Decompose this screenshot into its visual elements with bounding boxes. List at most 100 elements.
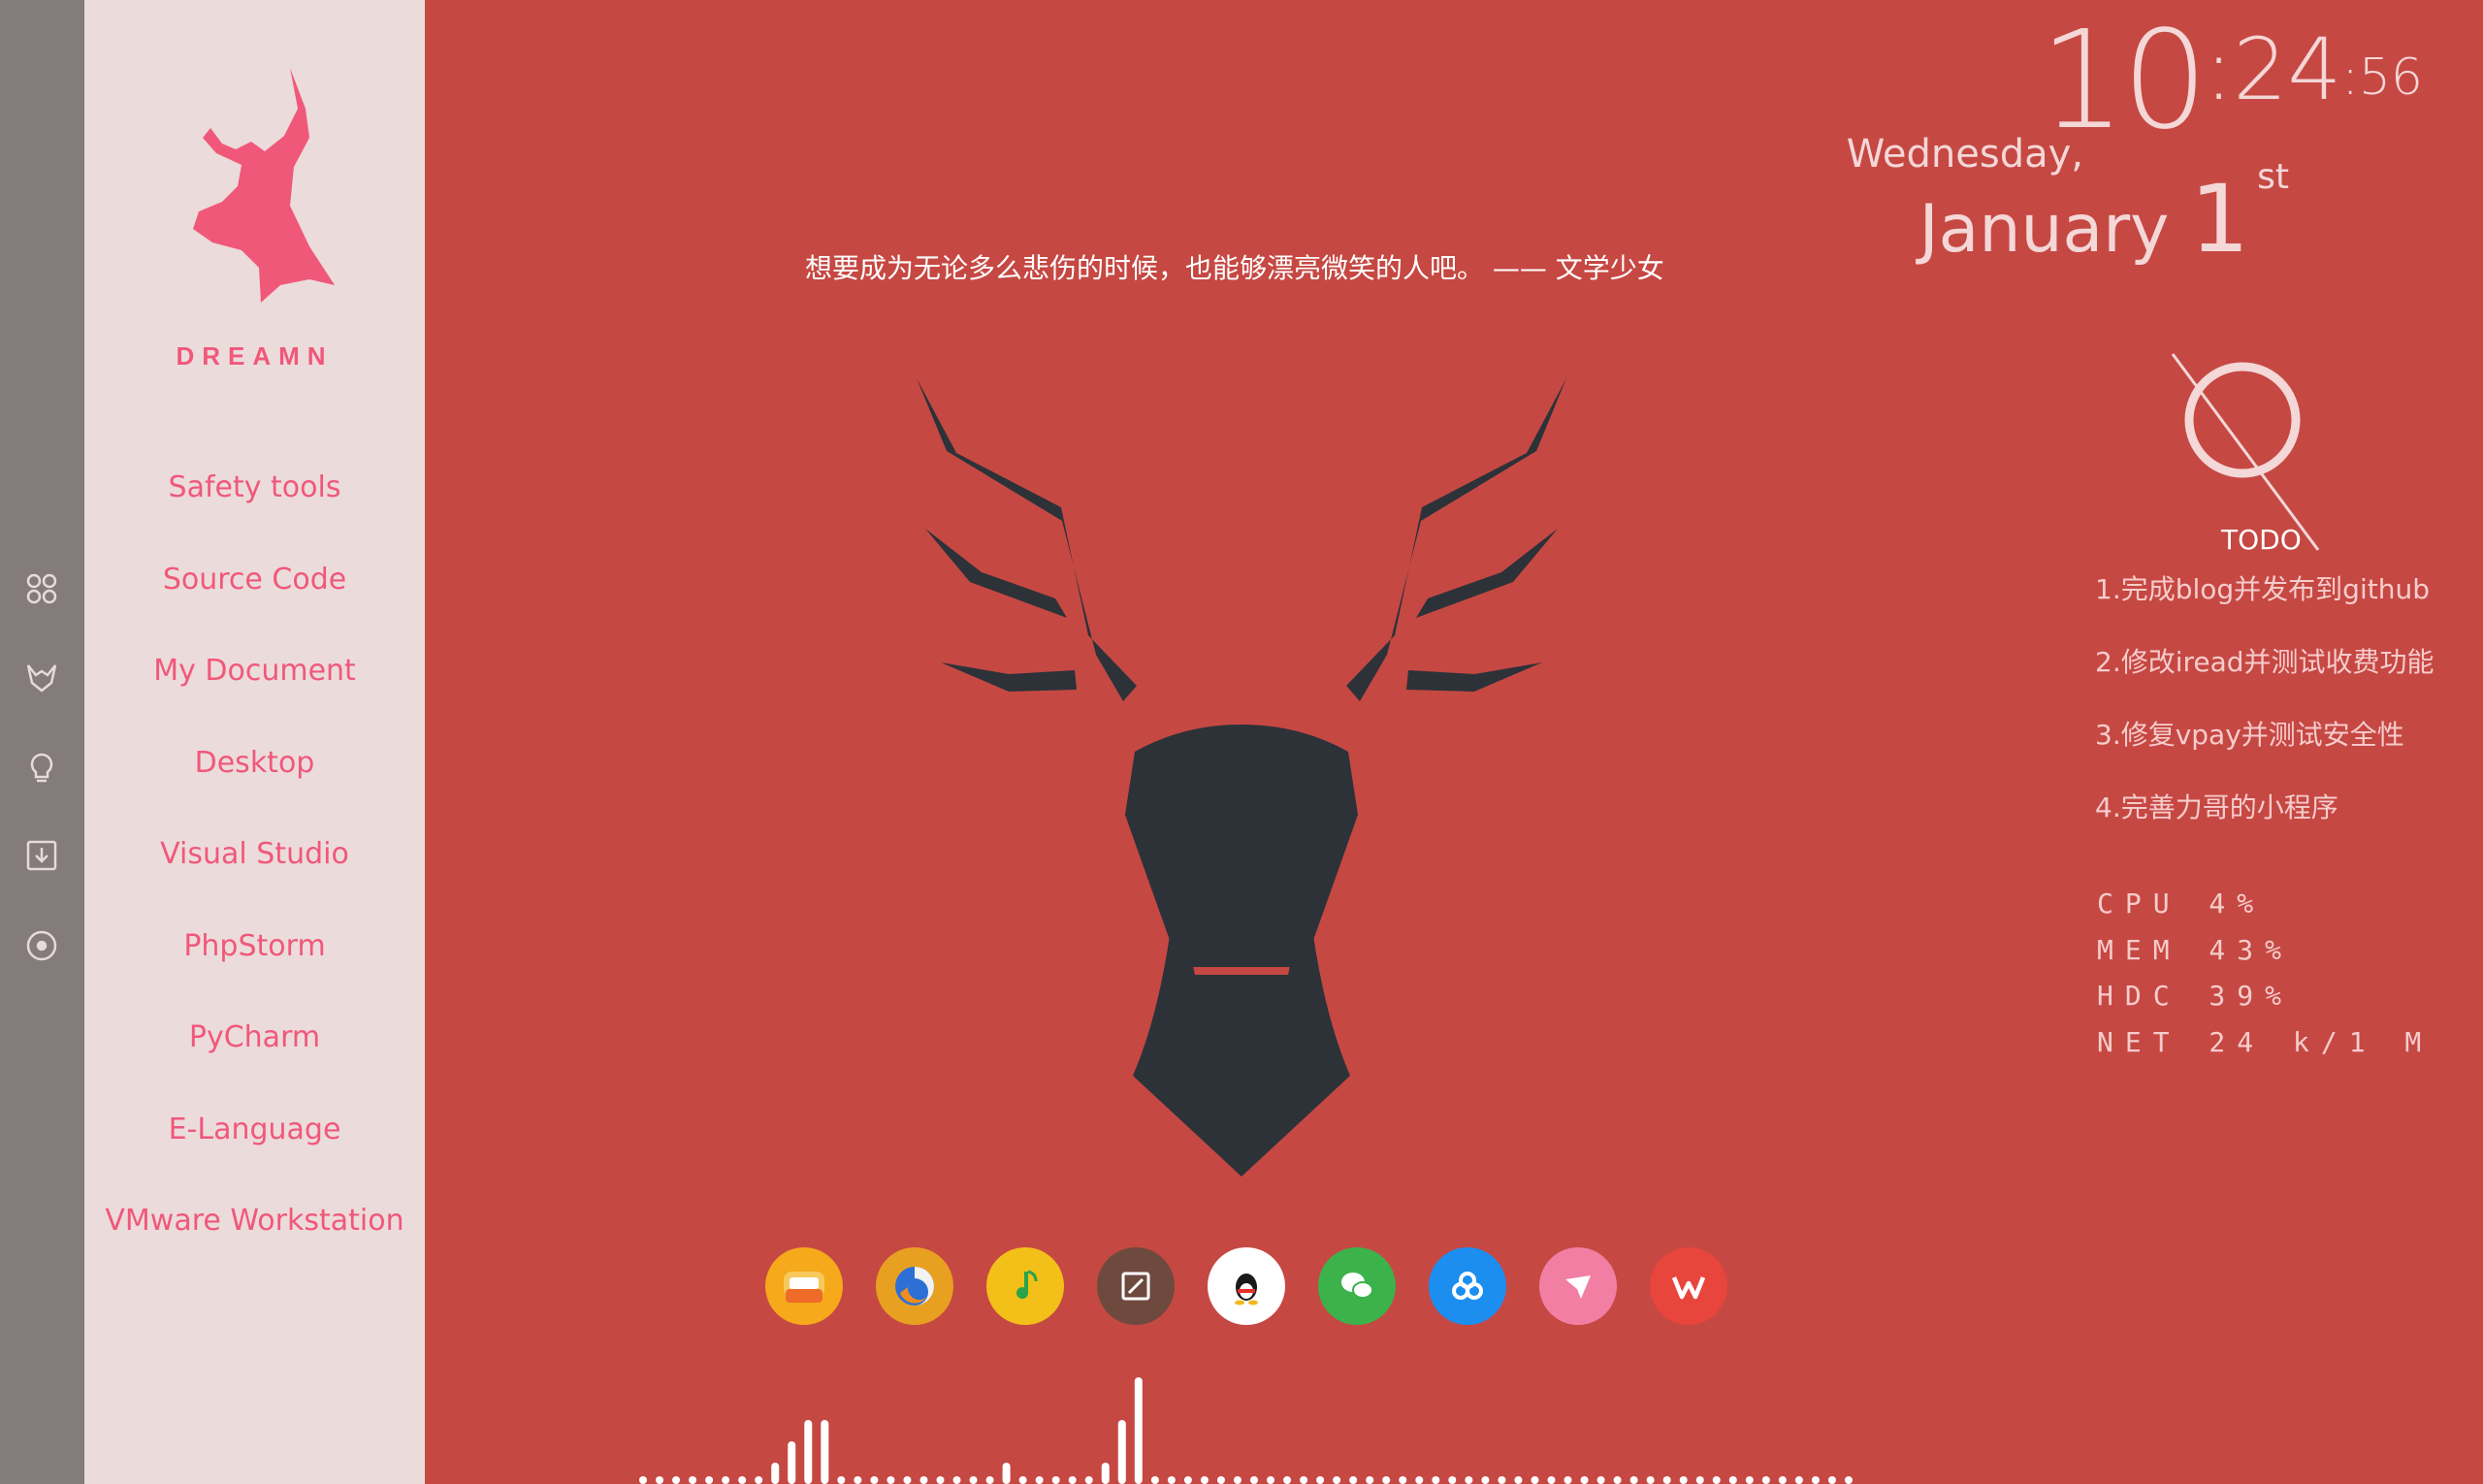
visualizer-bar [1613,1476,1622,1484]
baidu-cloud-icon[interactable] [1429,1247,1506,1325]
sidebar-item-pycharm[interactable]: PyCharm [84,1014,425,1106]
deer-emblem [917,378,1566,1177]
wechat-icon[interactable] [1318,1247,1396,1325]
visualizer-bar [870,1476,879,1484]
music-icon[interactable] [986,1247,1064,1325]
sidebar-item-visual-studio[interactable]: Visual Studio [84,830,425,922]
visualizer-bar [656,1476,664,1484]
visualizer-bar [1316,1476,1325,1484]
wps-icon[interactable] [1650,1247,1727,1325]
visualizer-bar [1366,1476,1374,1484]
visualizer-bar [1646,1476,1655,1484]
clock-second: :56 [2341,48,2423,107]
visualizer-bar [952,1476,961,1484]
sidebar-item-desktop[interactable]: Desktop [84,739,425,831]
visualizer-bar [969,1476,978,1484]
visualizer-bar [1662,1476,1671,1484]
visualizer-bar [722,1476,730,1484]
stat-mem: MEM 43% [2097,933,2294,966]
visualizer-bar [1465,1476,1473,1484]
launcher-strip [0,0,84,1484]
visualizer-bar [837,1476,846,1484]
visualizer-bar [1629,1476,1638,1484]
visualizer-bar [689,1476,697,1484]
visualizer-bar [1844,1476,1853,1484]
todo-item[interactable]: 3.修复vpay并测试安全性 [2095,716,2435,789]
visualizer-bar [1827,1476,1836,1484]
stat-cpu: CPU 4% [2097,887,2266,919]
todo-list: 1.完成blog并发布到github 2.修改iread并测试收费功能 3.修复… [2095,570,2435,861]
visualizer-bar [854,1476,862,1484]
todo-item[interactable]: 1.完成blog并发布到github [2095,570,2435,643]
brand-name: DREAMN [176,341,334,371]
visualizer-bar [1399,1476,1407,1484]
visualizer-bar [1432,1476,1440,1484]
visualizer-bar [887,1476,895,1484]
sidebar-item-e-language[interactable]: E-Language [84,1106,425,1198]
sidebar-item-vmware-workstation[interactable]: VMware Workstation [84,1197,425,1289]
visualizer-bar [1382,1476,1391,1484]
visualizer-bar [1728,1476,1737,1484]
visualizer-bar [1233,1476,1242,1484]
visualizer-bar [1117,1420,1126,1484]
sidebar-item-safety-tools[interactable]: Safety tools [84,464,425,556]
deer-logo [193,68,335,303]
visualizer-bar [1794,1476,1803,1484]
visualizer-bar [1200,1476,1209,1484]
visualizer-bar [1349,1476,1358,1484]
visualizer-bar [1101,1463,1110,1484]
stat-hdc: HDC 39% [2097,980,2294,1012]
firefox-icon[interactable] [876,1247,953,1325]
pointer-icon[interactable] [1539,1247,1617,1325]
visualizer-bar [936,1476,945,1484]
visualizer-bar [1448,1476,1457,1484]
visualizer-bar [705,1476,714,1484]
clock-day-number: 1 [2190,165,2250,274]
qq-icon[interactable] [1208,1247,1285,1325]
lightbulb-icon[interactable] [21,748,62,789]
target-icon[interactable] [21,925,62,966]
visualizer-bar [1778,1476,1787,1484]
messages-icon[interactable] [765,1247,843,1325]
editor-icon[interactable] [1097,1247,1175,1325]
visualizer-bar [672,1476,681,1484]
visualizer-bar [1300,1476,1308,1484]
visualizer-bar [1498,1476,1506,1484]
visualizer-bar [1333,1476,1341,1484]
visualizer-bar [1761,1476,1770,1484]
visualizer-bar [985,1476,994,1484]
visualizer-bar [1167,1476,1176,1484]
clock-minute: :24 [2204,19,2342,119]
visualizer-bar [771,1463,780,1484]
visualizer-bar [1267,1476,1275,1484]
visualizer-bar [1283,1476,1292,1484]
visualizer-bar [639,1476,647,1484]
visualizer-bar [1531,1476,1539,1484]
stat-net: NET 24 k/1 M [2097,1025,2434,1058]
todo-item[interactable]: 2.修改iread并测试收费功能 [2095,643,2435,716]
audio-visualizer [639,1377,1853,1484]
visualizer-bar [919,1476,928,1484]
visualizer-bar [903,1476,912,1484]
visualizer-bar [1150,1476,1159,1484]
system-stats: CPU 4% MEM 43% HDC 39% NET 24 k/1 M [2097,885,2433,1069]
visualizer-bar [738,1476,747,1484]
visualizer-bar [1679,1476,1688,1484]
download-icon[interactable] [21,835,62,876]
todo-item[interactable]: 4.完善力哥的小程序 [2095,789,2435,861]
sidebar-item-source-code[interactable]: Source Code [84,556,425,648]
visualizer-bar [1183,1476,1192,1484]
visualizer-bar [755,1476,763,1484]
sidebar-item-my-document[interactable]: My Document [84,647,425,739]
visualizer-bar [1018,1476,1027,1484]
visualizer-bar [1068,1476,1077,1484]
sidebar: DREAMN Safety tools Source Code My Docum… [84,0,425,1484]
command-icon[interactable] [21,568,62,609]
dock [765,1247,1727,1325]
visualizer-bar [1811,1476,1820,1484]
visualizer-bar [1514,1476,1523,1484]
fox-icon[interactable] [21,657,62,697]
visualizer-bar [1415,1476,1424,1484]
visualizer-bar [1002,1463,1011,1484]
sidebar-item-phpstorm[interactable]: PhpStorm [84,922,425,1015]
